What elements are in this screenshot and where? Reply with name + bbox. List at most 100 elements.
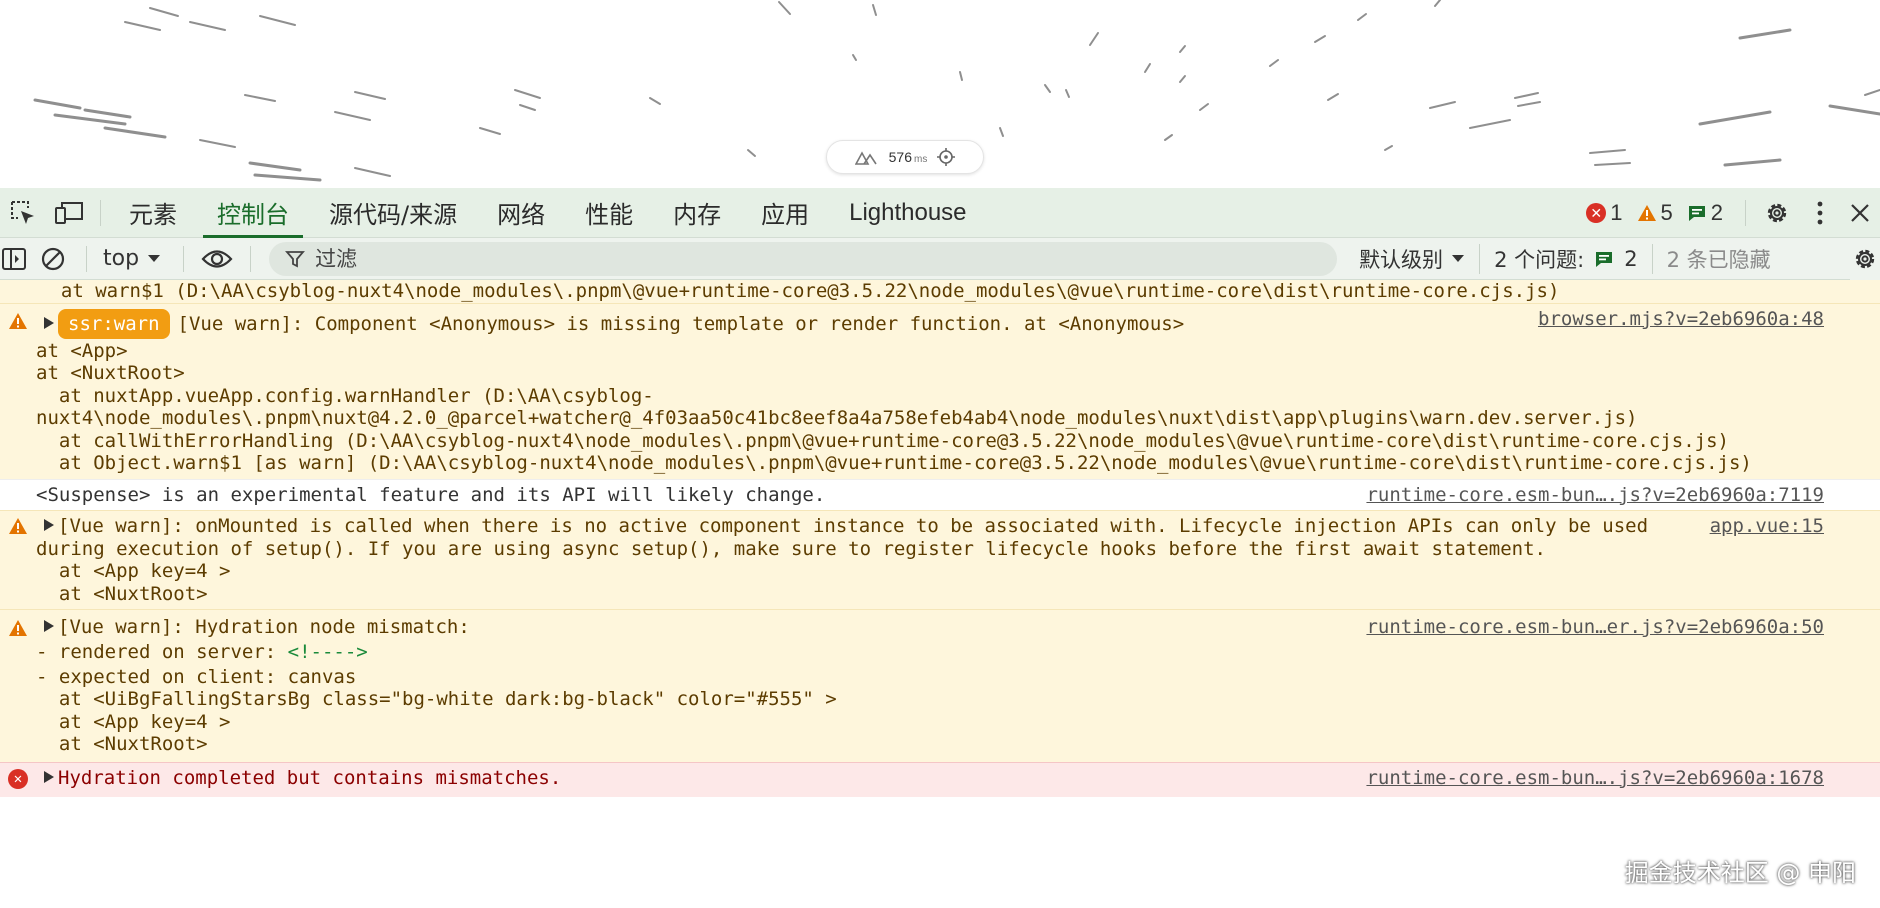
star-streak [872, 4, 877, 16]
stack-line: - expected on client: canvas [36, 665, 357, 688]
star-streak [1144, 63, 1151, 73]
message-icon [1688, 206, 1705, 221]
stack-line: at warn$1 (D:\AA\csyblog-nuxt4\node_modu… [38, 280, 1560, 302]
star-streak [1514, 92, 1539, 99]
crosshair-icon[interactable] [937, 148, 956, 166]
error-icon: ✕ [8, 768, 28, 789]
star-streak [852, 54, 857, 61]
star-streak [1594, 162, 1631, 166]
toolbar-separator [250, 245, 252, 272]
star-streak [53, 113, 127, 126]
inspect-icon[interactable] [0, 188, 46, 238]
tab-item[interactable]: 应用 [741, 188, 829, 238]
message-text: Hydration completed but contains mismatc… [58, 766, 562, 789]
hidden-count: 2 条已隐藏 [1651, 243, 1771, 274]
star-streak [189, 21, 226, 31]
star-streak [1199, 103, 1209, 111]
expand-triangle-icon[interactable] [44, 620, 54, 632]
tab-item[interactable]: 网络 [477, 188, 565, 238]
tab-item[interactable]: 元素 [109, 188, 197, 238]
star-streak [124, 21, 161, 31]
expand-triangle-icon[interactable] [44, 519, 54, 531]
issues-button[interactable]: 2 个问题: 2 [1479, 243, 1638, 274]
source-link[interactable]: runtime-core.esm-bun….js?v=2eb6960a:1678 [1366, 767, 1824, 789]
rendered-value: <!----> [287, 640, 368, 663]
star-streak [1179, 45, 1186, 53]
perf-unit: ms [914, 154, 928, 165]
console-toolbar: top 默认级别 2 个问题: 2 2 条已隐藏 [0, 238, 1880, 280]
tab-item[interactable]: 源代码/来源 [309, 188, 477, 238]
eye-icon[interactable] [192, 238, 242, 280]
ssr-badge: ssr:warn [58, 308, 170, 339]
toolbar-separator [100, 199, 101, 226]
star-streak [149, 7, 179, 17]
star-streak [1589, 149, 1626, 154]
issues-label: 2 个问题: [1494, 247, 1585, 272]
stack-line: during execution of setup(). If you are … [36, 537, 1546, 560]
expand-triangle-icon[interactable] [44, 770, 54, 783]
console-message-error[interactable]: ✕ Hydration completed but contains misma… [0, 761, 1880, 797]
devtools-panel: 元素 控制台 源代码/来源 网络 性能 内存 应用 Lighthouse ✕ 1 5 2 [0, 188, 1880, 908]
source-link[interactable]: app.vue:15 [1710, 515, 1824, 537]
console-output: at warn$1 (D:\AA\csyblog-nuxt4\node_modu… [0, 280, 1880, 797]
log-levels-dropdown[interactable]: 默认级别 [1359, 244, 1465, 274]
message-count[interactable]: 2 [1687, 200, 1723, 226]
star-streak [514, 89, 541, 99]
star-streak [747, 149, 756, 157]
star-streak [244, 94, 276, 102]
sidebar-icon[interactable] [0, 238, 28, 280]
context-selector[interactable]: top [95, 246, 175, 271]
device-toggle-icon[interactable] [46, 188, 92, 238]
tab-item[interactable]: Lighthouse [829, 188, 986, 238]
star-streak [248, 161, 302, 172]
console-message-warn[interactable]: [Vue warn]: Hydration node mismatch: run… [0, 609, 1880, 762]
chevron-down-icon [1452, 254, 1465, 262]
star-streak [1179, 75, 1186, 83]
console-continuation: at warn$1 (D:\AA\csyblog-nuxt4\node_modu… [0, 280, 1880, 303]
console-settings-gear-icon[interactable] [1850, 238, 1880, 280]
star-streak [1517, 101, 1541, 107]
message-text: [Vue warn]: Component <Anonymous> is mis… [177, 312, 1185, 335]
console-message-warn[interactable]: [Vue warn]: onMounted is called when the… [0, 510, 1880, 609]
console-message-log[interactable]: <Suspense> is an experimental feature an… [0, 478, 1880, 510]
tab-item[interactable]: 内存 [653, 188, 741, 238]
warning-count-value: 5 [1660, 200, 1673, 225]
toolbar-separator [86, 245, 87, 272]
expand-triangle-icon[interactable] [44, 316, 54, 329]
more-icon[interactable] [1800, 188, 1840, 238]
star-streak [1065, 89, 1070, 98]
warning-icon [9, 518, 27, 534]
star-streak [1828, 104, 1880, 116]
warning-icon [1637, 205, 1656, 221]
star-streak [649, 97, 661, 105]
close-icon[interactable] [1840, 188, 1880, 238]
star-streak [1434, 0, 1441, 7]
console-message-warn[interactable]: ssr:warn [Vue warn]: Component <Anonymous… [0, 302, 1880, 479]
star-streak [1723, 158, 1782, 167]
clear-icon[interactable] [28, 238, 78, 280]
filter-input[interactable] [315, 246, 1216, 271]
star-streak [199, 139, 236, 148]
stack-line: nuxt4\node_modules\.pnpm\nuxt@4.2.0_@par… [36, 407, 1638, 429]
star-streak [1089, 32, 1099, 46]
star-streak [83, 108, 132, 119]
source-link[interactable]: runtime-core.esm-bun…er.js?v=2eb6960a:50 [1366, 616, 1824, 638]
tab-item[interactable]: 控制台 [197, 188, 309, 238]
source-link[interactable]: runtime-core.esm-bun….js?v=2eb6960a:7119 [1366, 484, 1824, 506]
log-levels-label: 默认级别 [1359, 247, 1444, 272]
source-link[interactable]: browser.mjs?v=2eb6960a:48 [1538, 308, 1824, 330]
filter-box[interactable] [269, 241, 1338, 276]
gear-icon[interactable] [1754, 188, 1800, 238]
error-count[interactable]: ✕ 1 [1586, 200, 1623, 226]
star-streak [1469, 119, 1511, 129]
nuxt-devtools-pill[interactable]: 576 ms [826, 140, 984, 174]
perf-value: 576 [888, 149, 912, 165]
star-streak [1698, 110, 1772, 126]
star-streak [519, 104, 536, 111]
stack-line: at <NuxtRoot> [36, 582, 208, 605]
star-streak [999, 127, 1004, 137]
star-streak [1384, 145, 1393, 151]
warning-count[interactable]: 5 [1637, 200, 1673, 226]
tab-item[interactable]: 性能 [565, 188, 653, 238]
stack-line: at callWithErrorHandling (D:\AA\csyblog-… [36, 429, 1729, 452]
